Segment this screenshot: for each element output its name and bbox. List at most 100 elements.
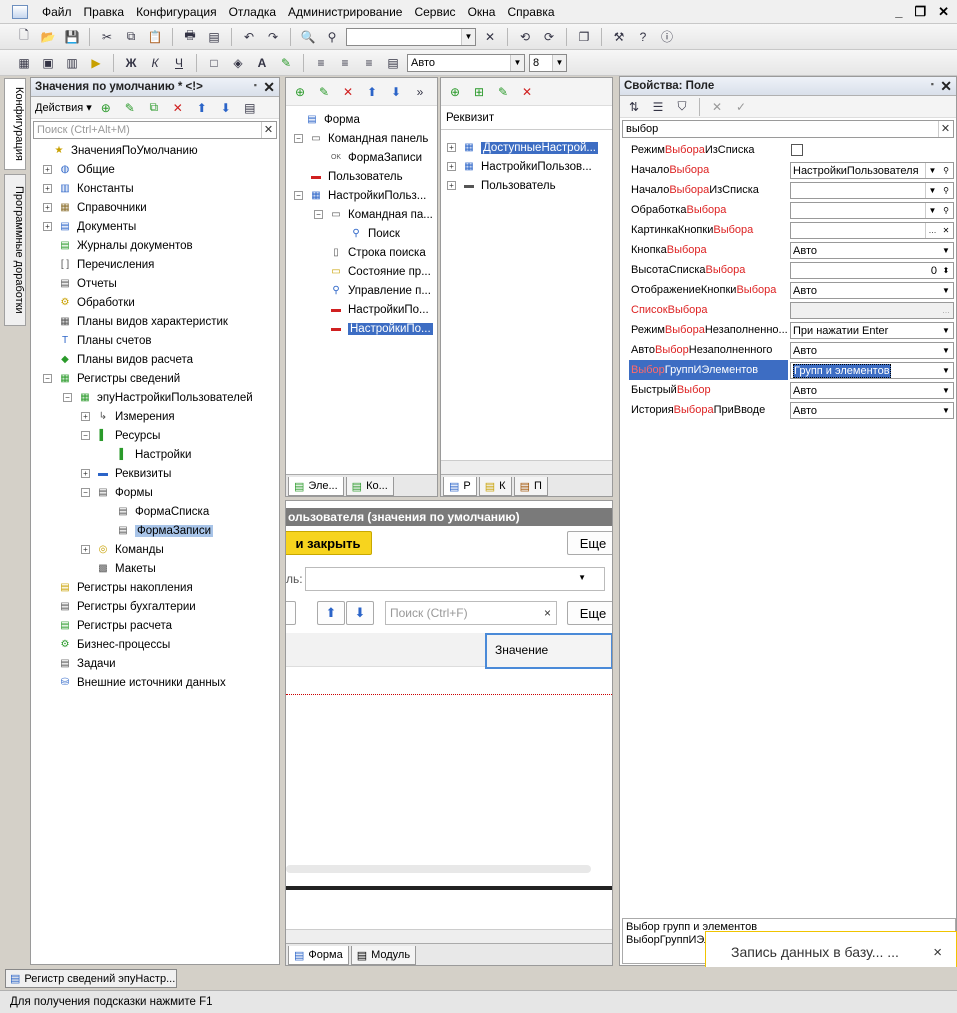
app-menu-icon[interactable]: [12, 4, 28, 19]
property-value-field[interactable]: Авто ▼: [790, 382, 954, 399]
property-name[interactable]: ОтображениеКнопки Выбора: [631, 280, 776, 300]
dropdown-arrow-icon[interactable]: ▼: [939, 363, 953, 378]
search-combo[interactable]: ▼: [346, 27, 476, 46]
dropdown-arrow-icon[interactable]: ▼: [925, 203, 939, 218]
property-name[interactable]: Начало Выбора: [631, 160, 709, 180]
pin-icon[interactable]: ▪: [254, 80, 257, 90]
tree-item[interactable]: − ▦ эпуНастройкиПользователей: [63, 388, 253, 407]
tree-item[interactable]: ⛁ Внешние источники данных: [43, 673, 226, 692]
expand-toggle-icon[interactable]: +: [43, 203, 52, 212]
save-and-close-button[interactable]: и закрыть: [286, 531, 372, 555]
form-element-item[interactable]: ⚲ Управление п...: [314, 281, 431, 300]
dropdown-arrow-icon[interactable]: ▼: [925, 163, 939, 178]
more-button-list[interactable]: Еще: [567, 601, 612, 625]
dropdown-arrow-icon[interactable]: ⬍: [939, 263, 953, 278]
tree-item[interactable]: ▤ Отчеты: [43, 274, 117, 293]
ellipsis-icon[interactable]: …: [925, 223, 939, 238]
expand-toggle-icon[interactable]: −: [43, 374, 52, 383]
element-down-icon[interactable]: ⬇: [386, 82, 406, 102]
delete-icon[interactable]: ✕: [168, 98, 188, 118]
close-icon[interactable]: ✕: [938, 4, 949, 20]
menu-file[interactable]: Файл: [36, 0, 78, 24]
align-left-icon[interactable]: ≡: [311, 53, 331, 73]
property-value-field[interactable]: НастройкиПользователя ▼ ⚲: [790, 162, 954, 179]
element-up-icon[interactable]: ⬆: [362, 82, 382, 102]
tab-module[interactable]: ▤ Модуль: [350, 946, 417, 965]
form-element-item[interactable]: − ▭ Командная панель: [294, 129, 428, 148]
property-value-field[interactable]: … ✕: [790, 222, 954, 239]
clear-value-icon[interactable]: ✕: [707, 97, 727, 117]
preview-horizontal-scrollbar[interactable]: [286, 865, 591, 873]
clear-icon[interactable]: ✕: [261, 122, 275, 138]
menu-configuration[interactable]: Конфигурация: [130, 0, 223, 24]
filter-icon[interactable]: ⛉: [672, 97, 692, 117]
menu-service[interactable]: Сервис: [408, 0, 461, 24]
apply-icon[interactable]: ✓: [731, 97, 751, 117]
search-icon[interactable]: ⚲: [939, 163, 953, 178]
property-value-field[interactable]: Авто ▼: [790, 342, 954, 359]
attribute-item[interactable]: + ▦ ДоступныеНастрой...: [447, 138, 598, 157]
property-name[interactable]: Начало Выбора ИзСписка: [631, 180, 759, 200]
expand-toggle-icon[interactable]: +: [43, 165, 52, 174]
property-name[interactable]: Выбор ГруппИЭлементов: [629, 360, 788, 380]
table-icon[interactable]: ▥: [62, 53, 82, 73]
print-icon[interactable]: 🖶: [180, 27, 200, 47]
attributes-horizontal-scrollbar[interactable]: [441, 460, 612, 474]
dropdown-arrow-icon[interactable]: ▼: [939, 403, 953, 418]
new-icon[interactable]: 🗋: [14, 27, 34, 47]
print-preview-icon[interactable]: ▤: [204, 27, 224, 47]
move-up-icon[interactable]: ⬆: [192, 98, 212, 118]
dropdown-arrow-icon[interactable]: ▼: [939, 243, 953, 258]
property-name[interactable]: Быстрый Выбор: [631, 380, 711, 400]
clear-icon[interactable]: ✕: [939, 223, 953, 238]
property-name[interactable]: Режим Выбора ИзСписка: [631, 140, 755, 160]
find-in-page-icon[interactable]: 🔍: [298, 27, 318, 47]
tree-item[interactable]: + ▬ Реквизиты: [81, 464, 171, 483]
tree-item[interactable]: + ▤ Документы: [43, 217, 136, 236]
form-element-item[interactable]: − ▦ НастройкиПольз...: [294, 186, 426, 205]
property-checkbox[interactable]: [791, 144, 803, 156]
tab-attributes[interactable]: ▤ Р: [443, 477, 477, 496]
properties-pin-icon[interactable]: ▪: [931, 79, 934, 89]
form-element-item[interactable]: ▬ Пользователь: [294, 167, 403, 186]
tab-program-modifications[interactable]: Программные доработки: [4, 174, 26, 326]
tree-item[interactable]: − ▦ Регистры сведений: [43, 369, 180, 388]
move-down-icon[interactable]: ⬇: [216, 98, 236, 118]
properties-icon[interactable]: ▤: [383, 53, 403, 73]
expand-toggle-icon[interactable]: −: [63, 393, 72, 402]
expand-toggle-icon[interactable]: +: [43, 222, 52, 231]
underline-icon[interactable]: Ч: [169, 53, 189, 73]
form-element-item[interactable]: ▤ Форма: [290, 110, 360, 129]
more-button-top[interactable]: Еще: [567, 531, 612, 555]
categories-icon[interactable]: ☰: [648, 97, 668, 117]
search-icon[interactable]: ⚲: [939, 183, 953, 198]
tab-configuration[interactable]: Конфигурация: [4, 78, 26, 170]
align-center-icon[interactable]: ≡: [335, 53, 355, 73]
form-element-item[interactable]: OK ФормаЗаписи: [314, 148, 422, 167]
dropdown-arrow-icon[interactable]: ▼: [925, 183, 939, 198]
tree-item[interactable]: ▤ Регистры бухгалтерии: [43, 597, 195, 616]
property-name[interactable]: Список Выбора: [631, 300, 708, 320]
attribute-item[interactable]: + ▦ НастройкиПользов...: [447, 157, 592, 176]
tree-item[interactable]: ▤ Журналы документов: [43, 236, 192, 255]
close-panel-icon[interactable]: ✕: [263, 79, 275, 96]
delete-attribute-icon[interactable]: ✕: [517, 82, 537, 102]
save-icon[interactable]: 💾: [62, 27, 82, 47]
expand-toggle-icon[interactable]: +: [447, 162, 456, 171]
form-layout-icon[interactable]: ▣: [38, 53, 58, 73]
paste-icon[interactable]: 📋: [145, 27, 165, 47]
tree-item[interactable]: ▦ Планы видов характеристик: [43, 312, 228, 331]
property-value-field[interactable]: ▼ ⚲: [790, 202, 954, 219]
add-icon[interactable]: ⊕: [96, 98, 116, 118]
syntax-helper-icon[interactable]: ?: [633, 27, 653, 47]
dropdown-arrow-icon[interactable]: ▼: [939, 283, 953, 298]
tree-item[interactable]: ⚙ Обработки: [43, 293, 135, 312]
font-combo[interactable]: Авто ▼: [407, 53, 525, 72]
attribute-item[interactable]: + ▬ Пользователь: [447, 176, 556, 195]
find-next-icon[interactable]: ⟲: [515, 27, 535, 47]
clear-search-icon[interactable]: ✕: [480, 27, 500, 47]
property-name[interactable]: Обработка Выбора: [631, 200, 726, 220]
tree-item[interactable]: T Планы счетов: [43, 331, 152, 350]
run-icon[interactable]: ▶: [86, 53, 106, 73]
tree-item[interactable]: ⚙ Бизнес-процессы: [43, 635, 171, 654]
